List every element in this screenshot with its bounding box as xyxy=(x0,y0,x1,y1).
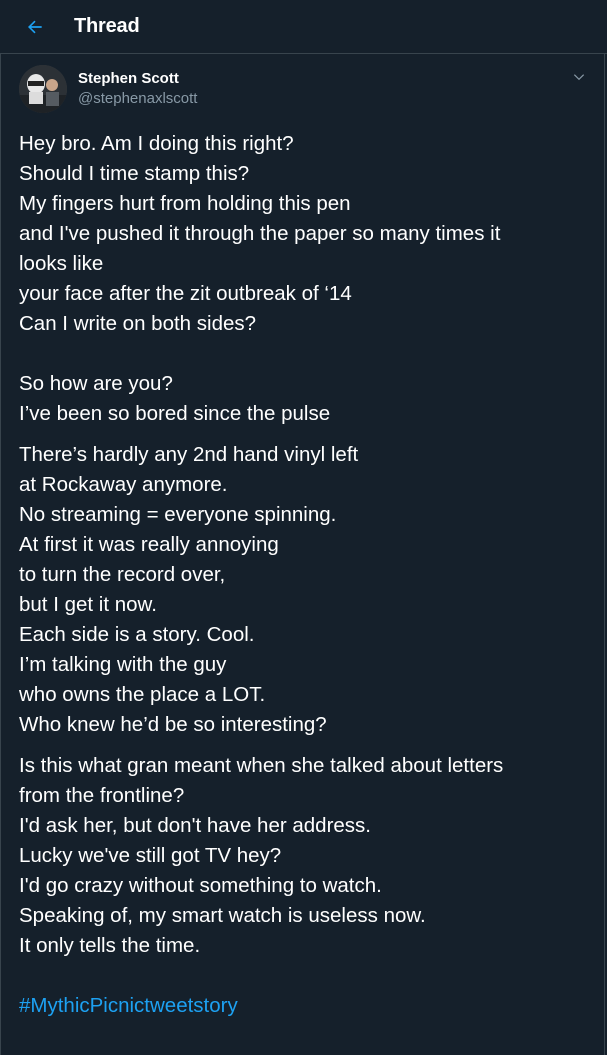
tweet-line: I’ve been so bored since the pulse xyxy=(19,402,331,425)
tweet-line: I'd go crazy without something to watch. xyxy=(19,874,382,897)
tweet-text: Hey bro. Am I doing this right? Should I… xyxy=(19,129,589,1021)
tweet-line: Lucky we've still got TV hey? xyxy=(19,844,282,867)
tweet-line: your face after the zit outbreak of ‘14 xyxy=(19,282,352,305)
line-spacer xyxy=(19,961,589,991)
hashtag-link[interactable]: #MythicPicnictweetstory xyxy=(19,991,589,1021)
back-arrow-icon xyxy=(28,20,42,34)
tweet-line: looks like xyxy=(19,252,104,275)
thread-header: Thread xyxy=(0,0,607,54)
avatar[interactable] xyxy=(19,65,67,113)
avatar-image xyxy=(19,65,67,113)
tweet-line: Who knew he’d be so interesting? xyxy=(19,713,327,736)
tweet-line: and I've pushed it through the paper so … xyxy=(19,222,501,245)
line-spacer xyxy=(19,339,589,369)
tweet-line: I'd ask her, but don't have her address. xyxy=(19,814,371,837)
column-divider xyxy=(0,54,1,1055)
author-handle[interactable]: @stephenaxlscott xyxy=(78,90,197,107)
tweet-line: I’m talking with the guy xyxy=(19,653,227,676)
tweet-line: but I get it now. xyxy=(19,593,157,616)
column-divider xyxy=(604,54,605,1055)
tweet-line: from the frontline? xyxy=(19,784,185,807)
page-title: Thread xyxy=(74,15,140,37)
back-button[interactable] xyxy=(22,14,48,40)
tweet-line: My fingers hurt from holding this pen xyxy=(19,192,351,215)
tweet-line: to turn the record over, xyxy=(19,563,226,586)
chevron-down-icon xyxy=(573,74,585,81)
tweet-line: Hey bro. Am I doing this right? xyxy=(19,132,294,155)
tweet-line: There’s hardly any 2nd hand vinyl left xyxy=(19,443,359,466)
tweet-line: who owns the place a LOT. xyxy=(19,683,266,706)
tweet-line: So how are you? xyxy=(19,372,173,395)
tweet-line: It only tells the time. xyxy=(19,934,201,957)
tweet-line: Is this what gran meant when she talked … xyxy=(19,754,504,777)
more-options-button[interactable] xyxy=(569,67,589,87)
tweet-line: at Rockaway anymore. xyxy=(19,473,228,496)
tweet-line: Can I write on both sides? xyxy=(19,312,257,335)
tweet-line: Speaking of, my smart watch is useless n… xyxy=(19,904,426,927)
tweet-line: At first it was really annoying xyxy=(19,533,279,556)
tweet-line: No streaming = everyone spinning. xyxy=(19,503,337,526)
tweet-line: Each side is a story. Cool. xyxy=(19,623,255,646)
author-name[interactable]: Stephen Scott xyxy=(78,70,179,87)
tweet-line: Should I time stamp this? xyxy=(19,162,250,185)
